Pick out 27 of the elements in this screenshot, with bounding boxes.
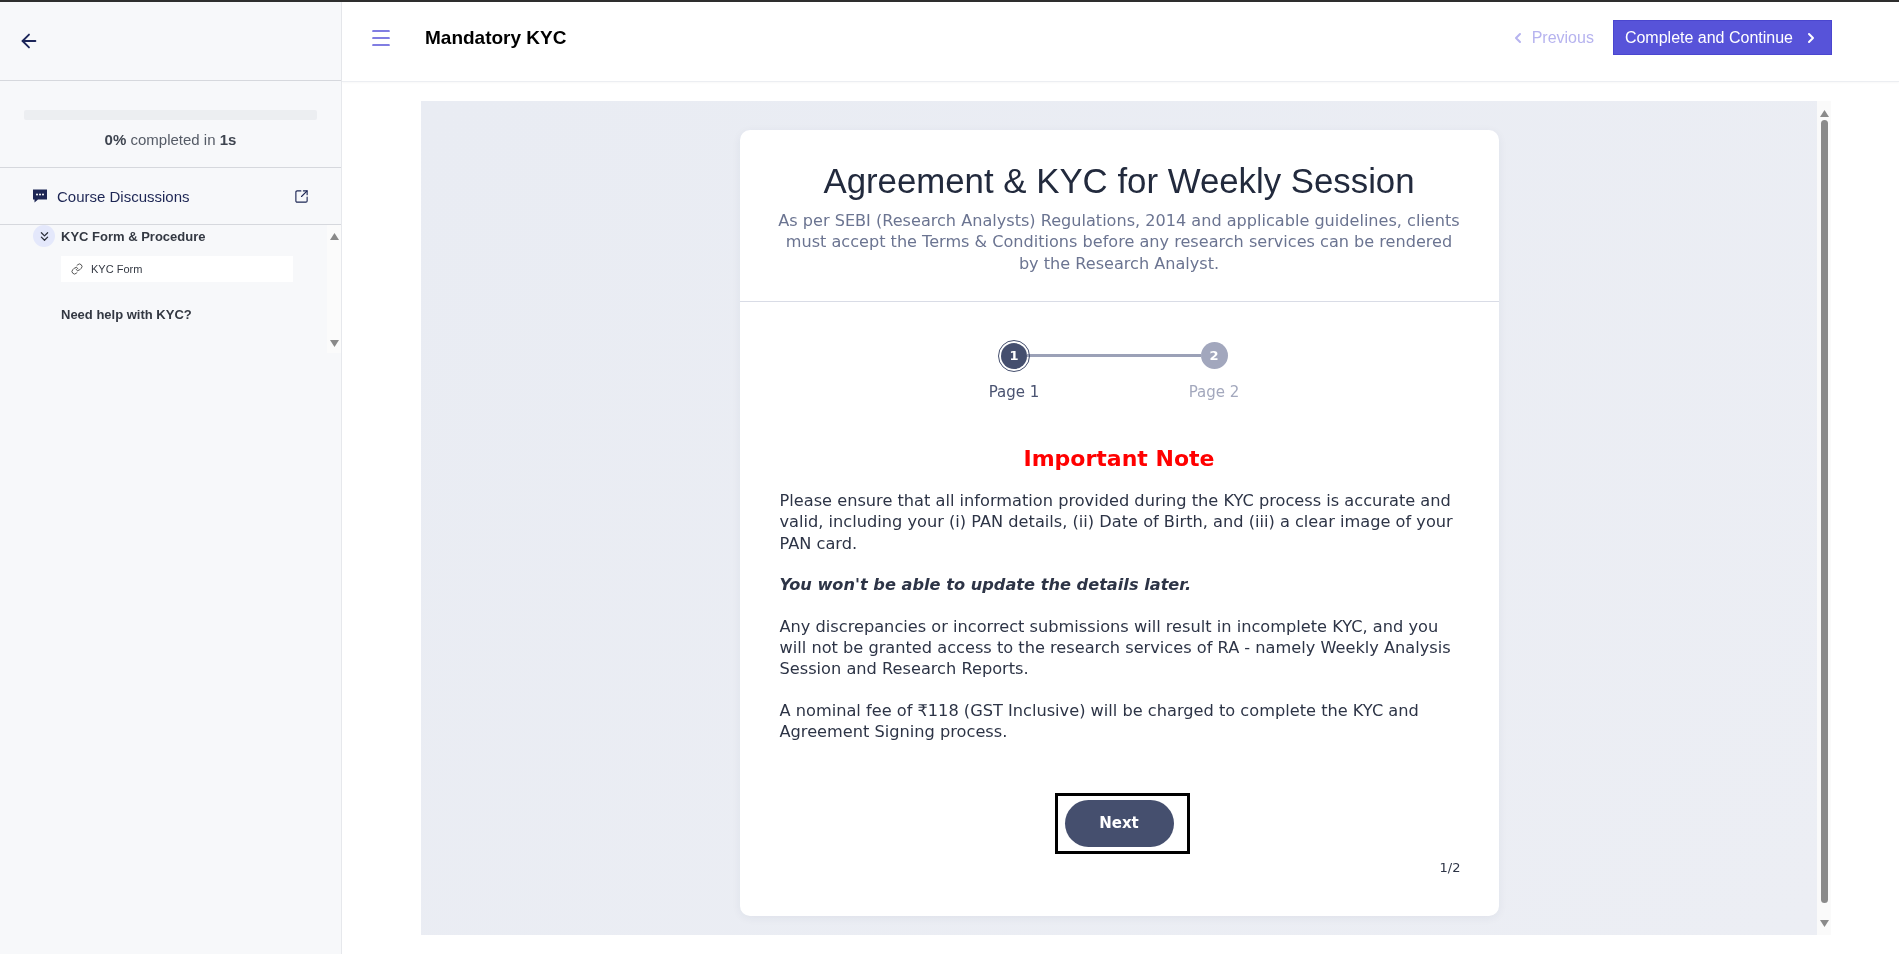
complete-and-continue-button[interactable]: Complete and Continue (1612, 20, 1832, 55)
link-icon (71, 263, 83, 275)
lesson-item[interactable]: KYC Form (61, 256, 293, 282)
step-label: Page 1 (988, 381, 1040, 402)
scrollbar-thumb[interactable] (1820, 120, 1828, 903)
page-indicator: 1/2 (1439, 859, 1461, 875)
scroll-down-icon[interactable] (1819, 920, 1829, 927)
warning-text: You won't be able to update the details later. (778, 574, 1193, 596)
external-link-icon (294, 188, 309, 204)
note-paragraph: Any discrepancies or incorrect submissions will result in incomplete KYC, and you will not be granted access to the research services of RA - namely Weekly Analysis Session and Research Reports. (778, 615, 1452, 680)
page-title: Mandatory KYC (425, 26, 567, 49)
next-button[interactable]: Next (1064, 799, 1174, 847)
chevrons-down-icon[interactable] (33, 225, 55, 247)
card-subtitle: As per SEBI (Research Analysts) Regulations, 2014 and applicable guidelines, clients must accept the Terms & Conditions before any research services can be rendered by the Research Analyst. (777, 210, 1461, 274)
scroll-down-icon[interactable] (329, 340, 339, 347)
chat-bubble-icon (32, 188, 48, 204)
note-heading: Important Note (1022, 444, 1216, 473)
scroll-up-icon[interactable] (1819, 110, 1829, 117)
scroll-up-icon[interactable] (329, 233, 339, 240)
section-heading[interactable]: Need help with KYC? (61, 307, 192, 322)
note-paragraph: A nominal fee of ₹118 (GST Inclusive) will be charged to complete the KYC and Agreement Signing process. (778, 699, 1420, 743)
step-label: Page 2 (1188, 381, 1240, 402)
progress-summary: 0% completed in 1s (103, 131, 238, 148)
note-paragraph: Please ensure that all information provided during the KYC process is accurate and valid, including your (i) PAN details, (ii) Date of Birth, and (iii) a clear image of your PAN card. (778, 489, 1454, 555)
course-discussions-link[interactable]: Course Discussions (0, 168, 341, 225)
card-title: Agreement & KYC for Weekly Session (822, 160, 1416, 202)
module-title[interactable]: KYC Form & Procedure (61, 228, 206, 244)
